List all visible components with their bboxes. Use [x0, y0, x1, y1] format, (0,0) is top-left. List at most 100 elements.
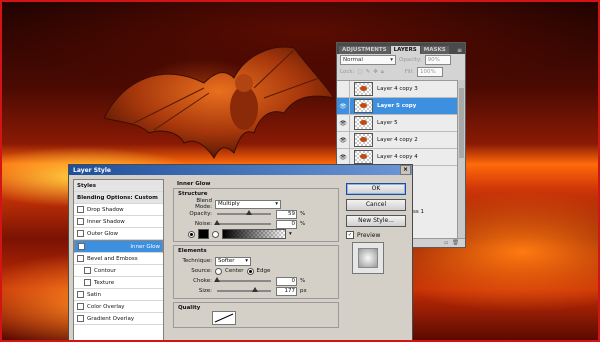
new-layer-icon[interactable]: ▫ — [444, 240, 448, 246]
trash-icon[interactable]: 🗑︎ — [452, 240, 459, 246]
choke-slider[interactable] — [214, 277, 271, 282]
layer-thumbnail — [354, 150, 373, 164]
ok-button[interactable]: OK — [346, 183, 406, 195]
style-checkbox[interactable] — [77, 255, 84, 262]
layer-row[interactable]: Layer 4 copy 3 — [337, 81, 457, 98]
blend-mode-value: Normal — [343, 57, 363, 63]
slider-knob[interactable] — [251, 287, 258, 292]
tab-masks[interactable]: MASKS — [420, 46, 449, 54]
style-item[interactable]: ✓ Inner Glow — [74, 240, 163, 253]
layer-row[interactable]: 👁︎ Layer 4 copy 2 — [337, 132, 457, 149]
opacity-field[interactable]: 90% — [424, 55, 451, 65]
eye-icon[interactable]: 👁︎ — [337, 149, 350, 165]
size-input[interactable]: 177 — [276, 286, 297, 296]
lock-move-icon[interactable]: ✥ — [373, 69, 378, 75]
quality-title: Quality — [178, 305, 201, 311]
gradient-radio[interactable] — [212, 230, 219, 238]
source-label: Source: — [191, 268, 212, 274]
style-item[interactable]: Bevel and Emboss — [74, 253, 163, 265]
layer-name: Layer 5 — [377, 120, 398, 126]
percent-unit: % — [300, 278, 306, 284]
style-item-label: Bevel and Emboss — [87, 255, 138, 262]
style-item-label: Drop Shadow — [87, 206, 124, 213]
style-checkbox[interactable] — [84, 267, 91, 274]
lock-all-icon[interactable]: 🔒︎ — [381, 69, 384, 76]
blend-mode-select[interactable]: Normal ▾ — [340, 55, 396, 65]
cancel-button[interactable]: Cancel — [346, 199, 406, 211]
layer-row[interactable]: 👁︎ Layer 5 — [337, 115, 457, 132]
source-edge-radio[interactable] — [246, 267, 254, 275]
dialog-titlebar[interactable]: Layer Style × — [69, 165, 412, 175]
style-checkbox[interactable] — [77, 206, 84, 213]
source-center-radio[interactable] — [215, 267, 222, 275]
panel-menu-icon[interactable]: ≡ — [454, 47, 465, 54]
noise-input[interactable]: 0 — [276, 219, 297, 229]
style-checkbox[interactable] — [84, 279, 91, 286]
style-item[interactable]: Inner Shadow — [74, 216, 163, 228]
style-item[interactable]: Color Overlay — [74, 301, 163, 313]
eye-icon[interactable]: 👁︎ — [337, 132, 350, 148]
slider-knob[interactable] — [214, 220, 220, 225]
lock-transparent-icon[interactable]: ▢ — [357, 69, 362, 75]
lock-brush-icon[interactable]: ✎ — [366, 69, 371, 75]
noise-slider[interactable] — [214, 220, 271, 225]
slider-knob[interactable] — [245, 210, 252, 215]
contour-picker[interactable] — [212, 311, 236, 325]
new-style-button[interactable]: New Style... — [346, 215, 406, 227]
styles-item[interactable]: Styles — [74, 180, 163, 192]
style-item-label: Color Overlay — [87, 303, 125, 310]
layers-scrollbar[interactable] — [457, 80, 465, 238]
style-list: Styles Blending Options: Custom Drop Sha… — [73, 179, 164, 340]
opacity-label: Opacity: — [189, 211, 212, 217]
percent-unit: % — [300, 211, 306, 217]
close-icon[interactable]: × — [400, 165, 411, 175]
style-checkbox[interactable] — [77, 291, 84, 298]
style-item[interactable]: Texture — [74, 277, 163, 289]
dialog-title: Layer Style — [73, 166, 111, 174]
lock-row: Lock: ▢ ✎ ✥ 🔒︎ Fill: 100% — [337, 66, 465, 78]
solid-color-radio[interactable] — [188, 230, 195, 238]
eye-icon[interactable]: 👁︎ — [337, 98, 350, 114]
glow-color-swatch[interactable] — [198, 229, 209, 239]
layer-name: Layer 4 copy 3 — [377, 86, 418, 92]
contour-curve-icon — [214, 313, 234, 323]
source-center-label: Center — [225, 268, 244, 274]
opacity-input[interactable]: 59 — [276, 209, 297, 219]
style-item[interactable]: Satin — [74, 289, 163, 301]
opacity-value: 90% — [427, 57, 440, 63]
eye-icon[interactable]: 👁︎ — [337, 115, 350, 131]
opacity-slider[interactable] — [217, 210, 271, 215]
gradient-picker[interactable] — [222, 229, 286, 239]
layer-row[interactable]: 👁︎ Layer 5 copy — [337, 98, 457, 115]
blend-mode-dropdown[interactable]: Multiply ▾ — [215, 199, 281, 209]
preview-checkbox[interactable]: ✓ — [346, 231, 354, 239]
chevron-down-icon[interactable]: ▾ — [289, 231, 292, 237]
style-item[interactable]: Gradient Overlay — [74, 313, 163, 325]
style-item[interactable]: Drop Shadow — [74, 204, 163, 216]
style-checkbox[interactable] — [77, 230, 84, 237]
style-item[interactable]: Outer Glow — [74, 228, 163, 240]
photoshop-canvas: ADJUSTMENTS LAYERS MASKS ≡ Normal ▾ Opac… — [0, 0, 600, 342]
style-item-label: Contour — [94, 267, 116, 274]
style-checkbox[interactable]: ✓ — [78, 243, 85, 250]
visibility-toggle[interactable] — [337, 81, 350, 97]
style-item-label: Inner Shadow — [87, 218, 125, 225]
technique-dropdown[interactable]: Softer ▾ — [215, 256, 251, 266]
size-slider[interactable] — [217, 287, 271, 292]
style-item[interactable]: Contour — [74, 265, 163, 277]
tab-layers[interactable]: LAYERS — [390, 46, 420, 54]
choke-input[interactable]: 0 — [276, 276, 297, 286]
style-item-label: Satin — [87, 291, 102, 298]
slider-knob[interactable] — [214, 277, 220, 282]
style-checkbox[interactable] — [77, 315, 84, 322]
style-checkbox[interactable] — [77, 218, 84, 225]
tab-adjustments[interactable]: ADJUSTMENTS — [339, 46, 390, 54]
fill-field[interactable]: 100% — [416, 67, 443, 77]
layer-name: Layer 4 copy 2 — [377, 137, 418, 143]
structure-group: Structure Blend Mode: Multiply ▾ Opacity… — [173, 188, 339, 242]
blending-options-item[interactable]: Blending Options: Custom — [74, 192, 163, 204]
layer-style-dialog: Layer Style × Styles Blending Options: C… — [68, 164, 413, 340]
elements-group: Elements Technique: Softer ▾ Source: Cen… — [173, 245, 339, 299]
scrollbar-thumb[interactable] — [459, 88, 464, 158]
style-checkbox[interactable] — [77, 303, 84, 310]
